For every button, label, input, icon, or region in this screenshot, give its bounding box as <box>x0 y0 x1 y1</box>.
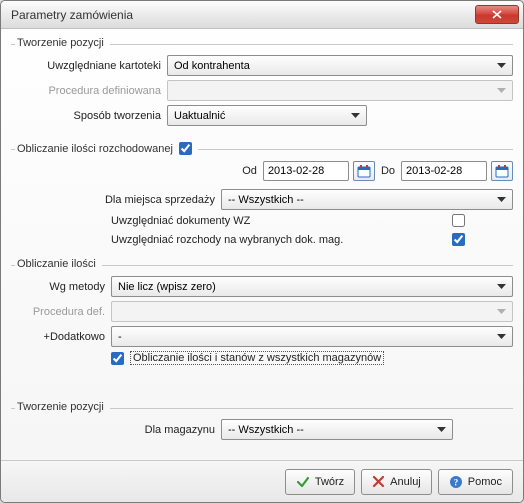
checkbox-all-stocks[interactable] <box>111 352 124 365</box>
label-date-from: Od <box>240 165 259 177</box>
combo-miejsce-sprzedazy[interactable]: -- Wszystkich -- <box>221 189 513 210</box>
label-sposob-tworzenia: Sposób tworzenia <box>11 110 167 122</box>
button-date-from-picker[interactable] <box>353 161 375 181</box>
combo-wg-metody[interactable]: Nie licz (wpisz zero) <box>111 276 513 297</box>
group-obliczanie-ilosci: Obliczanie ilości Wg metody Nie licz (wp… <box>11 258 513 369</box>
input-date-to[interactable]: 2013-02-28 <box>401 161 487 181</box>
checkbox-wz[interactable] <box>452 214 465 227</box>
combo-dodatkowo[interactable]: - <box>111 326 513 347</box>
label-dodatkowo: +Dodatkowo <box>11 331 111 343</box>
calendar-icon <box>357 165 371 178</box>
combo-dla-magazynu[interactable]: -- Wszystkich -- <box>221 419 453 440</box>
dialog-window: Parametry zamówienia Tworzenie pozycji U… <box>0 0 524 503</box>
checkbox-rozchody-mag[interactable] <box>452 233 465 246</box>
group-title: Obliczanie ilości <box>17 258 96 270</box>
group-title: Obliczanie ilości rozchodowanej <box>17 143 173 155</box>
combo-procedura-def-1 <box>167 80 513 101</box>
chevron-down-icon <box>433 427 450 433</box>
create-button[interactable]: Twórz <box>285 469 355 495</box>
cancel-button[interactable]: Anuluj <box>361 469 432 495</box>
content-area: Tworzenie pozycji Uwzględniane kartoteki… <box>1 29 523 460</box>
checkbox-obliczanie-rozchod-enable[interactable] <box>179 142 192 155</box>
group-tworzenie-pozycji-2: Tworzenie pozycji Dla magazynu -- Wszyst… <box>11 401 513 444</box>
group-title: Tworzenie pozycji <box>17 37 104 49</box>
chevron-down-icon <box>347 113 364 119</box>
chevron-down-icon <box>493 63 510 69</box>
combo-procedura-def-2 <box>111 301 513 322</box>
chevron-down-icon <box>493 88 510 94</box>
label-wz: Uwzględniać dokumenty WZ <box>111 215 250 227</box>
group-obliczanie-rozchodowanej: Obliczanie ilości rozchodowanej Od 2013-… <box>11 142 513 252</box>
label-uwzgledniane-kartoteki: Uwzględniane kartoteki <box>11 60 167 72</box>
button-date-to-picker[interactable] <box>491 161 513 181</box>
label-procedura-definiowana: Procedura definiowana <box>11 85 167 97</box>
close-icon <box>492 10 502 19</box>
label-miejsce-sprzedazy: Dla miejsca sprzedaży <box>11 194 221 206</box>
help-button[interactable]: ? Pomoc <box>438 469 513 495</box>
calendar-icon <box>495 165 509 178</box>
chevron-down-icon <box>493 284 510 290</box>
label-dla-magazynu: Dla magazynu <box>11 424 221 436</box>
help-icon: ? <box>449 475 463 489</box>
label-date-to: Do <box>379 165 397 177</box>
titlebar: Parametry zamówienia <box>1 1 523 29</box>
label-all-stocks[interactable]: Obliczanie ilości i stanów z wszystkich … <box>130 351 384 365</box>
footer-buttons: Twórz Anuluj ? Pomoc <box>1 460 523 502</box>
chevron-down-icon <box>493 197 510 203</box>
combo-kartoteki[interactable]: Od kontrahenta <box>167 55 513 76</box>
combo-sposob-tworzenia[interactable]: Uaktualnić <box>167 105 367 126</box>
chevron-down-icon <box>493 334 510 340</box>
group-title: Tworzenie pozycji <box>17 401 104 413</box>
label-rozchody-mag: Uwzględniać rozchody na wybranych dok. m… <box>111 234 343 246</box>
svg-text:?: ? <box>454 477 459 487</box>
label-procedura-def-2: Procedura def. <box>11 306 111 318</box>
label-wg-metody: Wg metody <box>11 281 111 293</box>
chevron-down-icon <box>493 309 510 315</box>
check-icon <box>296 475 310 489</box>
cancel-icon <box>372 475 385 488</box>
close-button[interactable] <box>475 5 519 24</box>
input-date-from[interactable]: 2013-02-28 <box>263 161 349 181</box>
group-tworzenie-pozycji: Tworzenie pozycji Uwzględniane kartoteki… <box>11 37 513 130</box>
window-title: Parametry zamówienia <box>11 8 475 22</box>
